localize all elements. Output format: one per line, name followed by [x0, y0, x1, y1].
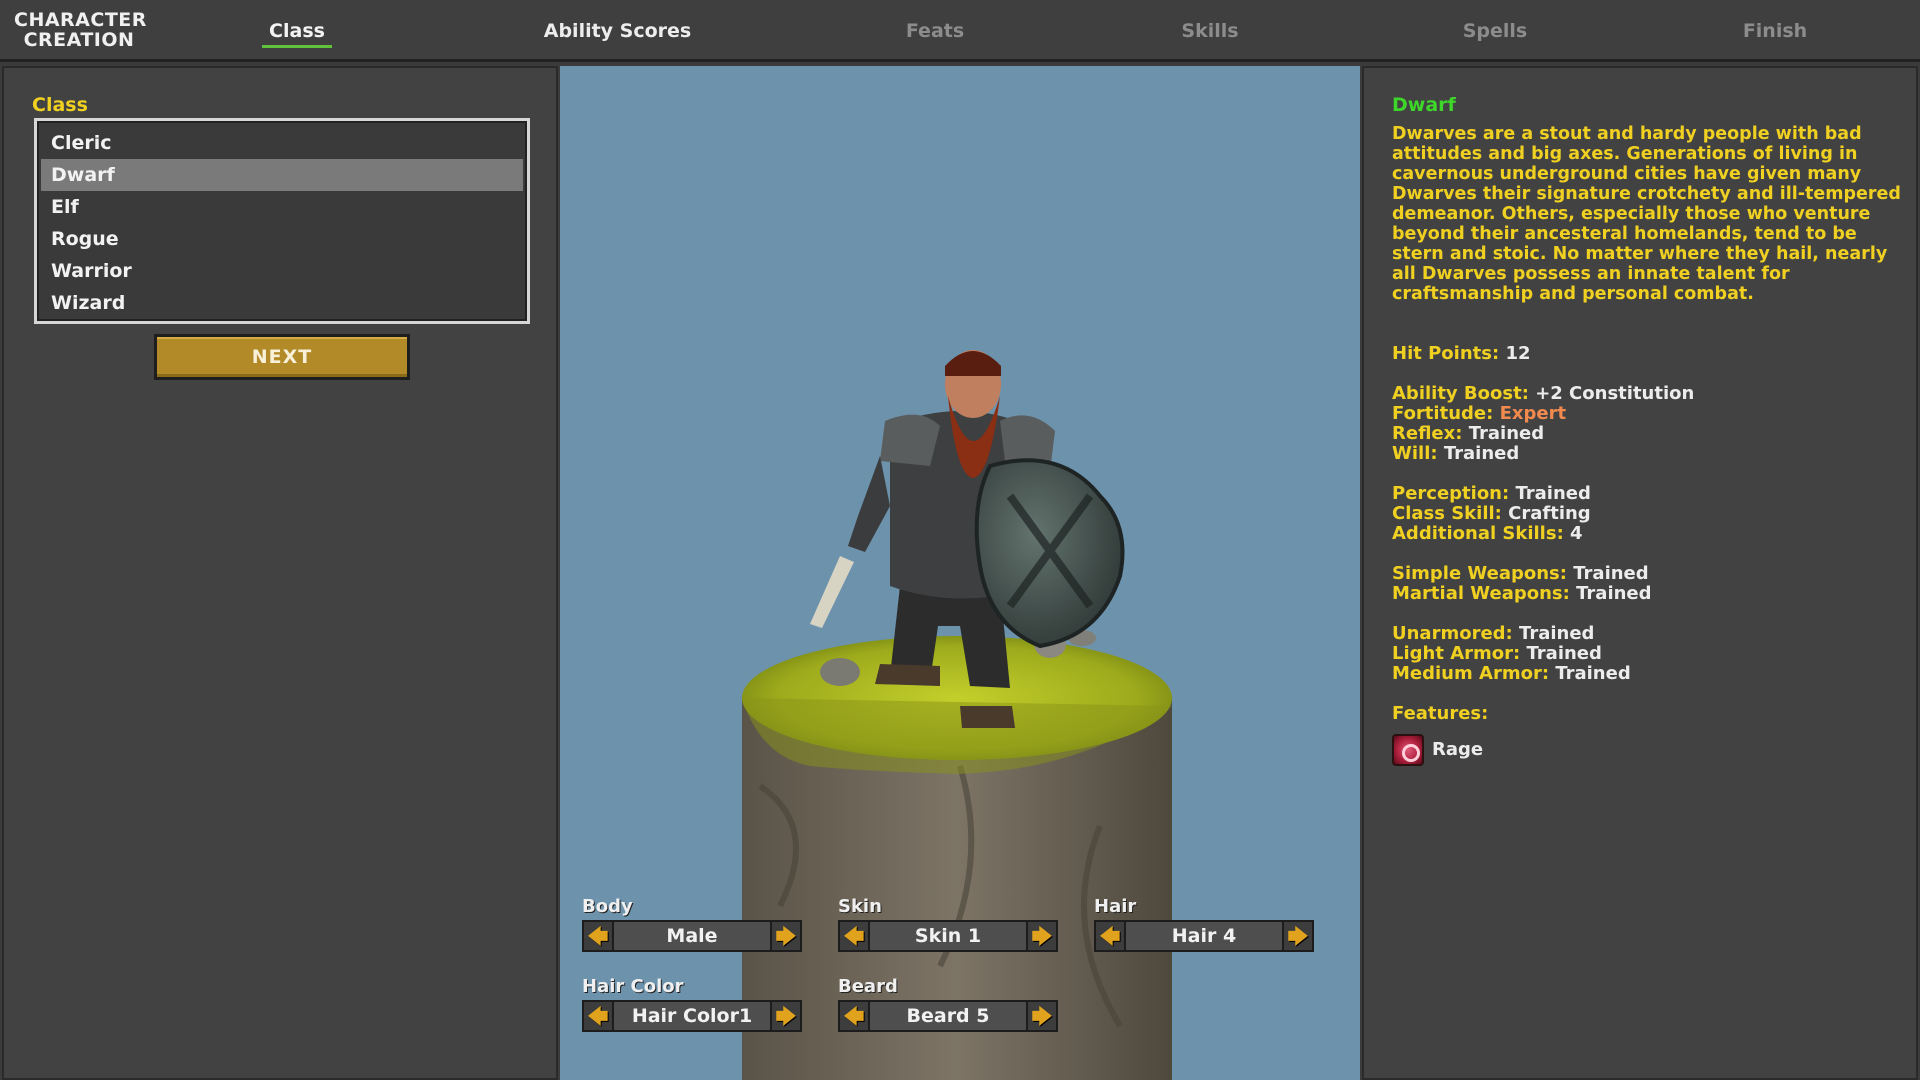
- class-section-label: Class: [32, 94, 88, 116]
- class-title: Dwarf: [1392, 94, 1456, 116]
- hair-color-prev-button[interactable]: 🡄: [582, 1000, 614, 1032]
- skin-value: Skin 1: [870, 920, 1026, 952]
- hair-prev-button[interactable]: 🡄: [1094, 920, 1126, 952]
- skin-prev-button[interactable]: 🡄: [838, 920, 870, 952]
- arrow-left-icon: 🡄: [587, 924, 609, 948]
- skin-selector-group: Skin 🡄 Skin 1 🡆: [838, 896, 1058, 952]
- stat-hit-points: Hit Points: 12: [1392, 343, 1531, 364]
- stat-unarmored: Unarmored: Trained: [1392, 623, 1595, 644]
- hair-color-label: Hair Color: [582, 976, 684, 997]
- arrow-right-icon: 🡆: [775, 924, 797, 948]
- beard-label: Beard: [838, 976, 898, 997]
- stat-perception: Perception: Trained: [1392, 483, 1591, 504]
- hair-label: Hair: [1094, 896, 1137, 917]
- stat-martial-weapons: Martial Weapons: Trained: [1392, 583, 1652, 604]
- arrow-right-icon: 🡆: [775, 1004, 797, 1028]
- arrow-right-icon: 🡆: [1031, 924, 1053, 948]
- arrow-left-icon: 🡄: [587, 1004, 609, 1028]
- tab-ability-scores[interactable]: Ability Scores: [530, 20, 705, 42]
- stat-additional-skills: Additional Skills: 4: [1392, 523, 1583, 544]
- stat-fortitude: Fortitude: Expert: [1392, 403, 1567, 424]
- beard-selector: 🡄 Beard 5 🡆: [838, 1000, 1058, 1032]
- arrow-right-icon: 🡆: [1031, 1004, 1053, 1028]
- class-item-cleric[interactable]: Cleric: [41, 127, 523, 159]
- features-label: Features:: [1392, 703, 1489, 724]
- hair-next-button[interactable]: 🡆: [1282, 920, 1314, 952]
- stat-medium-armor: Medium Armor: Trained: [1392, 663, 1631, 684]
- hair-value: Hair 4: [1126, 920, 1282, 952]
- hair-color-next-button[interactable]: 🡆: [770, 1000, 802, 1032]
- stat-simple-weapons: Simple Weapons: Trained: [1392, 563, 1649, 584]
- tab-class[interactable]: Class: [262, 20, 332, 48]
- stat-light-armor: Light Armor: Trained: [1392, 643, 1602, 664]
- class-item-wizard[interactable]: Wizard: [41, 287, 523, 319]
- hair-color-value: Hair Color1: [614, 1000, 770, 1032]
- class-description: Dwarves are a stout and hardy people wit…: [1392, 124, 1901, 304]
- top-nav-bar: CHARACTER CREATION Class Ability Scores …: [0, 0, 1920, 62]
- class-panel: Class Cleric Dwarf Elf Rogue Warrior Wiz…: [2, 66, 558, 1080]
- hair-selector: 🡄 Hair 4 🡆: [1094, 920, 1314, 952]
- class-item-dwarf[interactable]: Dwarf: [41, 159, 523, 191]
- tab-spells[interactable]: Spells: [1450, 20, 1540, 42]
- arrow-right-icon: 🡆: [1287, 924, 1309, 948]
- beard-selector-group: Beard 🡄 Beard 5 🡆: [838, 976, 1058, 1032]
- class-list: Cleric Dwarf Elf Rogue Warrior Wizard: [34, 118, 530, 324]
- class-item-elf[interactable]: Elf: [41, 191, 523, 223]
- body-next-button[interactable]: 🡆: [770, 920, 802, 952]
- arrow-left-icon: 🡄: [843, 1004, 865, 1028]
- tab-finish[interactable]: Finish: [1730, 20, 1820, 42]
- hair-color-selector: 🡄 Hair Color1 🡆: [582, 1000, 802, 1032]
- rage-icon: [1392, 734, 1424, 766]
- tab-skills[interactable]: Skills: [1170, 20, 1250, 42]
- class-item-warrior[interactable]: Warrior: [41, 255, 523, 287]
- hair-selector-group: Hair 🡄 Hair 4 🡆: [1094, 896, 1314, 952]
- skin-next-button[interactable]: 🡆: [1026, 920, 1058, 952]
- beard-next-button[interactable]: 🡆: [1026, 1000, 1058, 1032]
- stat-reflex: Reflex: Trained: [1392, 423, 1545, 444]
- hair-color-selector-group: Hair Color 🡄 Hair Color1 🡆: [582, 976, 802, 1032]
- class-details-panel: Dwarf Dwarves are a stout and hardy peop…: [1362, 66, 1918, 1080]
- class-item-rogue[interactable]: Rogue: [41, 223, 523, 255]
- body-selector: 🡄 Male 🡆: [582, 920, 802, 952]
- arrow-left-icon: 🡄: [1099, 924, 1121, 948]
- stat-class-skill: Class Skill: Crafting: [1392, 503, 1591, 524]
- feature-rage[interactable]: Rage: [1392, 734, 1902, 766]
- feature-name: Rage: [1432, 739, 1484, 760]
- stat-ability-boost: Ability Boost: +2 Constitution: [1392, 383, 1695, 404]
- body-label: Body: [582, 896, 633, 917]
- body-value: Male: [614, 920, 770, 952]
- skin-label: Skin: [838, 896, 882, 917]
- character-preview-viewport[interactable]: Body 🡄 Male 🡆 Skin 🡄 Skin 1 🡆 Hair 🡄 Hai…: [560, 66, 1360, 1080]
- skin-selector: 🡄 Skin 1 🡆: [838, 920, 1058, 952]
- class-stats: Hit Points: 12 Ability Boost: +2 Constit…: [1392, 344, 1902, 766]
- next-button[interactable]: NEXT: [154, 334, 410, 380]
- tab-feats[interactable]: Feats: [890, 20, 980, 42]
- body-selector-group: Body 🡄 Male 🡆: [582, 896, 802, 952]
- app-title: CHARACTER CREATION: [14, 9, 147, 51]
- beard-value: Beard 5: [870, 1000, 1026, 1032]
- arrow-left-icon: 🡄: [843, 924, 865, 948]
- stat-will: Will: Trained: [1392, 443, 1520, 464]
- beard-prev-button[interactable]: 🡄: [838, 1000, 870, 1032]
- body-prev-button[interactable]: 🡄: [582, 920, 614, 952]
